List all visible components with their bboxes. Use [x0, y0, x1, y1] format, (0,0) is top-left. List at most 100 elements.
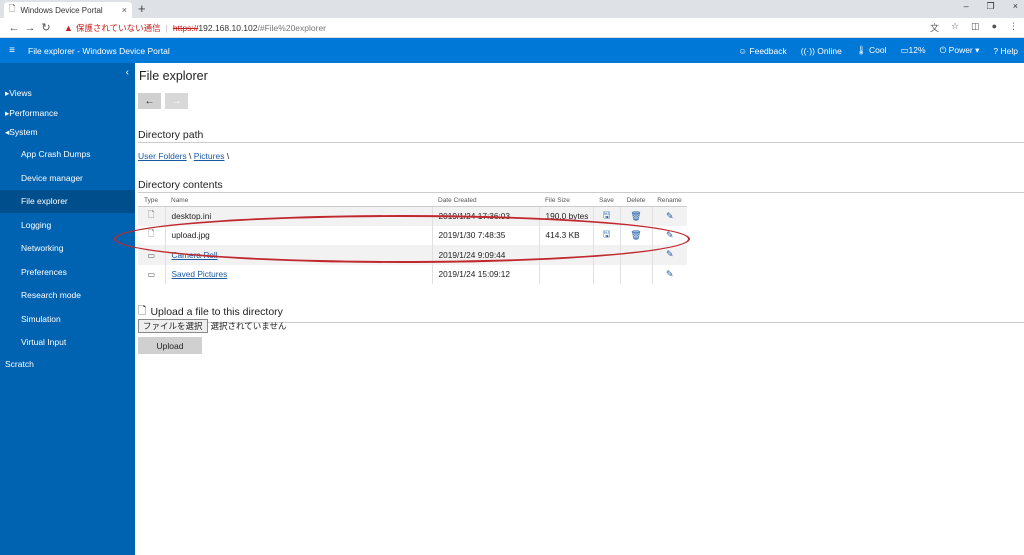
delete-icon[interactable]: 🗑	[619, 206, 652, 226]
browser-tab[interactable]: 🗋 Windows Device Portal ×	[4, 2, 132, 18]
close-tab-icon[interactable]: ×	[122, 5, 127, 15]
toolbar-actions: 文 ☆ ◫ ● ⋮	[930, 21, 1018, 34]
back-arrow-icon[interactable]: ←	[6, 22, 22, 34]
profile-icon[interactable]: ●	[992, 21, 997, 34]
address-bar[interactable]: ▲ 保護されていない通信 | https:// 192.168.10.102 /…	[64, 20, 920, 36]
collapse-chevron-icon[interactable]: ‹	[126, 67, 129, 78]
col-name[interactable]: Name	[165, 195, 432, 207]
folder-name: Saved Pictures	[164, 264, 432, 284]
browser-tabbar: 🗋 Windows Device Portal × + – ❐ ×	[0, 0, 1024, 18]
sidebar-item-logging[interactable]: Logging	[0, 213, 135, 237]
warning-icon: ▲	[64, 22, 73, 33]
online-status[interactable]: ((·)) Online	[801, 46, 842, 56]
page-title: File explorer - Windows Device Portal	[28, 45, 170, 56]
upload-button[interactable]: Upload	[138, 337, 202, 354]
col-date-created[interactable]: Date Created	[432, 195, 539, 207]
power-label: Power ▾	[948, 45, 980, 55]
breadcrumb-user-folders[interactable]: User Folders	[138, 151, 187, 161]
app-header: ≡ File explorer - Windows Device Portal …	[0, 38, 1024, 63]
thermometer-icon: 🌡	[855, 45, 867, 55]
col-rename: Rename	[652, 195, 687, 207]
insecure-label: 保護されていない通信	[75, 22, 161, 33]
url-path: /#File%20explorer	[257, 22, 327, 33]
table-row[interactable]: ▭ Saved Pictures 2019/1/24 15:09:12 ✎	[138, 264, 687, 284]
upload-title-text: Upload a file to this directory	[150, 306, 283, 318]
sidebar-item-research-mode[interactable]: Research mode	[0, 284, 135, 308]
tab-title: Windows Device Portal	[20, 5, 103, 15]
sidebar-item-app-crash-dumps[interactable]: App Crash Dumps	[0, 143, 135, 167]
choose-file-button[interactable]: ファイルを選択	[138, 319, 208, 333]
help-button[interactable]: ? Help	[993, 46, 1018, 56]
breadcrumb: User Folders \ Pictures \	[138, 151, 229, 161]
rename-pencil-icon[interactable]: ✎	[651, 206, 687, 226]
sidebar-group-scratch[interactable]: Scratch	[0, 354, 135, 374]
breadcrumb-pictures[interactable]: Pictures	[194, 151, 225, 161]
sidebar-item-simulation[interactable]: Simulation	[0, 307, 135, 331]
sidebar-item-virtual-input[interactable]: Virtual Input	[0, 331, 135, 355]
back-button[interactable]: ←	[138, 93, 161, 109]
directory-path-title: Directory path	[138, 129, 1024, 143]
sidebar-item-preferences[interactable]: Preferences	[0, 260, 135, 284]
folder-link-saved-pictures[interactable]: Saved Pictures	[172, 269, 228, 279]
hamburger-icon[interactable]: ≡	[0, 45, 24, 56]
content-title: File explorer	[139, 69, 208, 83]
thermal-status[interactable]: 🌡 Cool	[856, 45, 887, 56]
forward-button[interactable]: →	[165, 93, 188, 109]
sidebar-group-system[interactable]: ◂System	[0, 123, 135, 143]
directory-contents-title: Directory contents	[138, 179, 1024, 193]
close-window-button[interactable]: ×	[1013, 1, 1018, 12]
cool-label: Cool	[869, 45, 887, 55]
url-protocol: https://	[172, 22, 199, 33]
file-icon: 🗋	[138, 206, 165, 226]
rename-pencil-icon[interactable]: ✎	[651, 264, 687, 284]
col-type[interactable]: Type	[138, 195, 165, 207]
extension-icon[interactable]: ◫	[971, 21, 980, 34]
delete-cell	[619, 264, 652, 284]
history-buttons: ← →	[138, 93, 188, 109]
file-size	[538, 264, 593, 284]
translate-icon[interactable]: 文	[930, 21, 939, 34]
feedback-label: Feedback	[749, 45, 787, 56]
restore-button[interactable]: ❐	[987, 1, 995, 12]
browser-toolbar: ← → ↻ ▲ 保護されていない通信 | https:// 192.168.10…	[0, 18, 1024, 38]
url-separator: |	[165, 22, 168, 33]
new-tab-button[interactable]: +	[138, 1, 146, 16]
battery-label: 12%	[908, 45, 926, 55]
url-host: 192.168.10.102	[198, 22, 258, 33]
smiley-icon: ☺	[738, 45, 748, 56]
folder-icon: ▭	[147, 270, 156, 280]
sidebar-group-performance[interactable]: ▸Performance	[0, 104, 135, 124]
help-label: Help	[1000, 45, 1018, 56]
power-menu[interactable]: ⏻ Power ▾	[940, 45, 980, 56]
breadcrumb-separator-end: \	[224, 151, 230, 161]
signal-icon: ((·))	[800, 45, 815, 56]
battery-status[interactable]: ▭12%	[901, 45, 926, 56]
content-pane: File explorer ← → Directory path User Fo…	[114, 63, 1024, 555]
forward-arrow-icon[interactable]: →	[22, 22, 38, 34]
online-label: Online	[817, 45, 842, 56]
bookmark-star-icon[interactable]: ☆	[951, 21, 959, 34]
annotation-oval	[114, 215, 690, 263]
breadcrumb-separator: \	[186, 151, 194, 161]
col-delete: Delete	[620, 195, 652, 207]
col-save: Save	[593, 195, 620, 207]
sidebar-group-views[interactable]: ▸Views	[0, 84, 135, 104]
main-area: ‹ ▸Views ▸Performance ◂System App Crash …	[0, 63, 1024, 555]
col-file-size[interactable]: File Size	[539, 195, 593, 207]
feedback-button[interactable]: ☺ Feedback	[738, 46, 786, 56]
sidebar: ‹ ▸Views ▸Performance ◂System App Crash …	[0, 63, 135, 555]
power-icon: ⏻	[939, 45, 947, 55]
sidebar-item-file-explorer[interactable]: File explorer	[0, 189, 135, 213]
save-cell	[592, 264, 620, 284]
sidebar-nav: ▸Views ▸Performance ◂System App Crash Du…	[0, 84, 135, 374]
menu-dots-icon[interactable]: ⋮	[1009, 21, 1018, 34]
table-header: Type Name Date Created File Size Save De…	[138, 195, 687, 207]
header-actions: ☺ Feedback ((·)) Online 🌡 Cool ▭12% ⏻ Po…	[738, 38, 1018, 63]
file-date: 2019/1/24 15:09:12	[431, 264, 539, 284]
page-icon: 🗋	[9, 4, 16, 13]
sidebar-item-device-manager[interactable]: Device manager	[0, 166, 135, 190]
reload-icon[interactable]: ↻	[38, 21, 54, 34]
minimize-button[interactable]: –	[964, 1, 969, 12]
no-file-label: 選択されていません	[210, 321, 287, 331]
window-controls: – ❐ ×	[964, 1, 1018, 12]
